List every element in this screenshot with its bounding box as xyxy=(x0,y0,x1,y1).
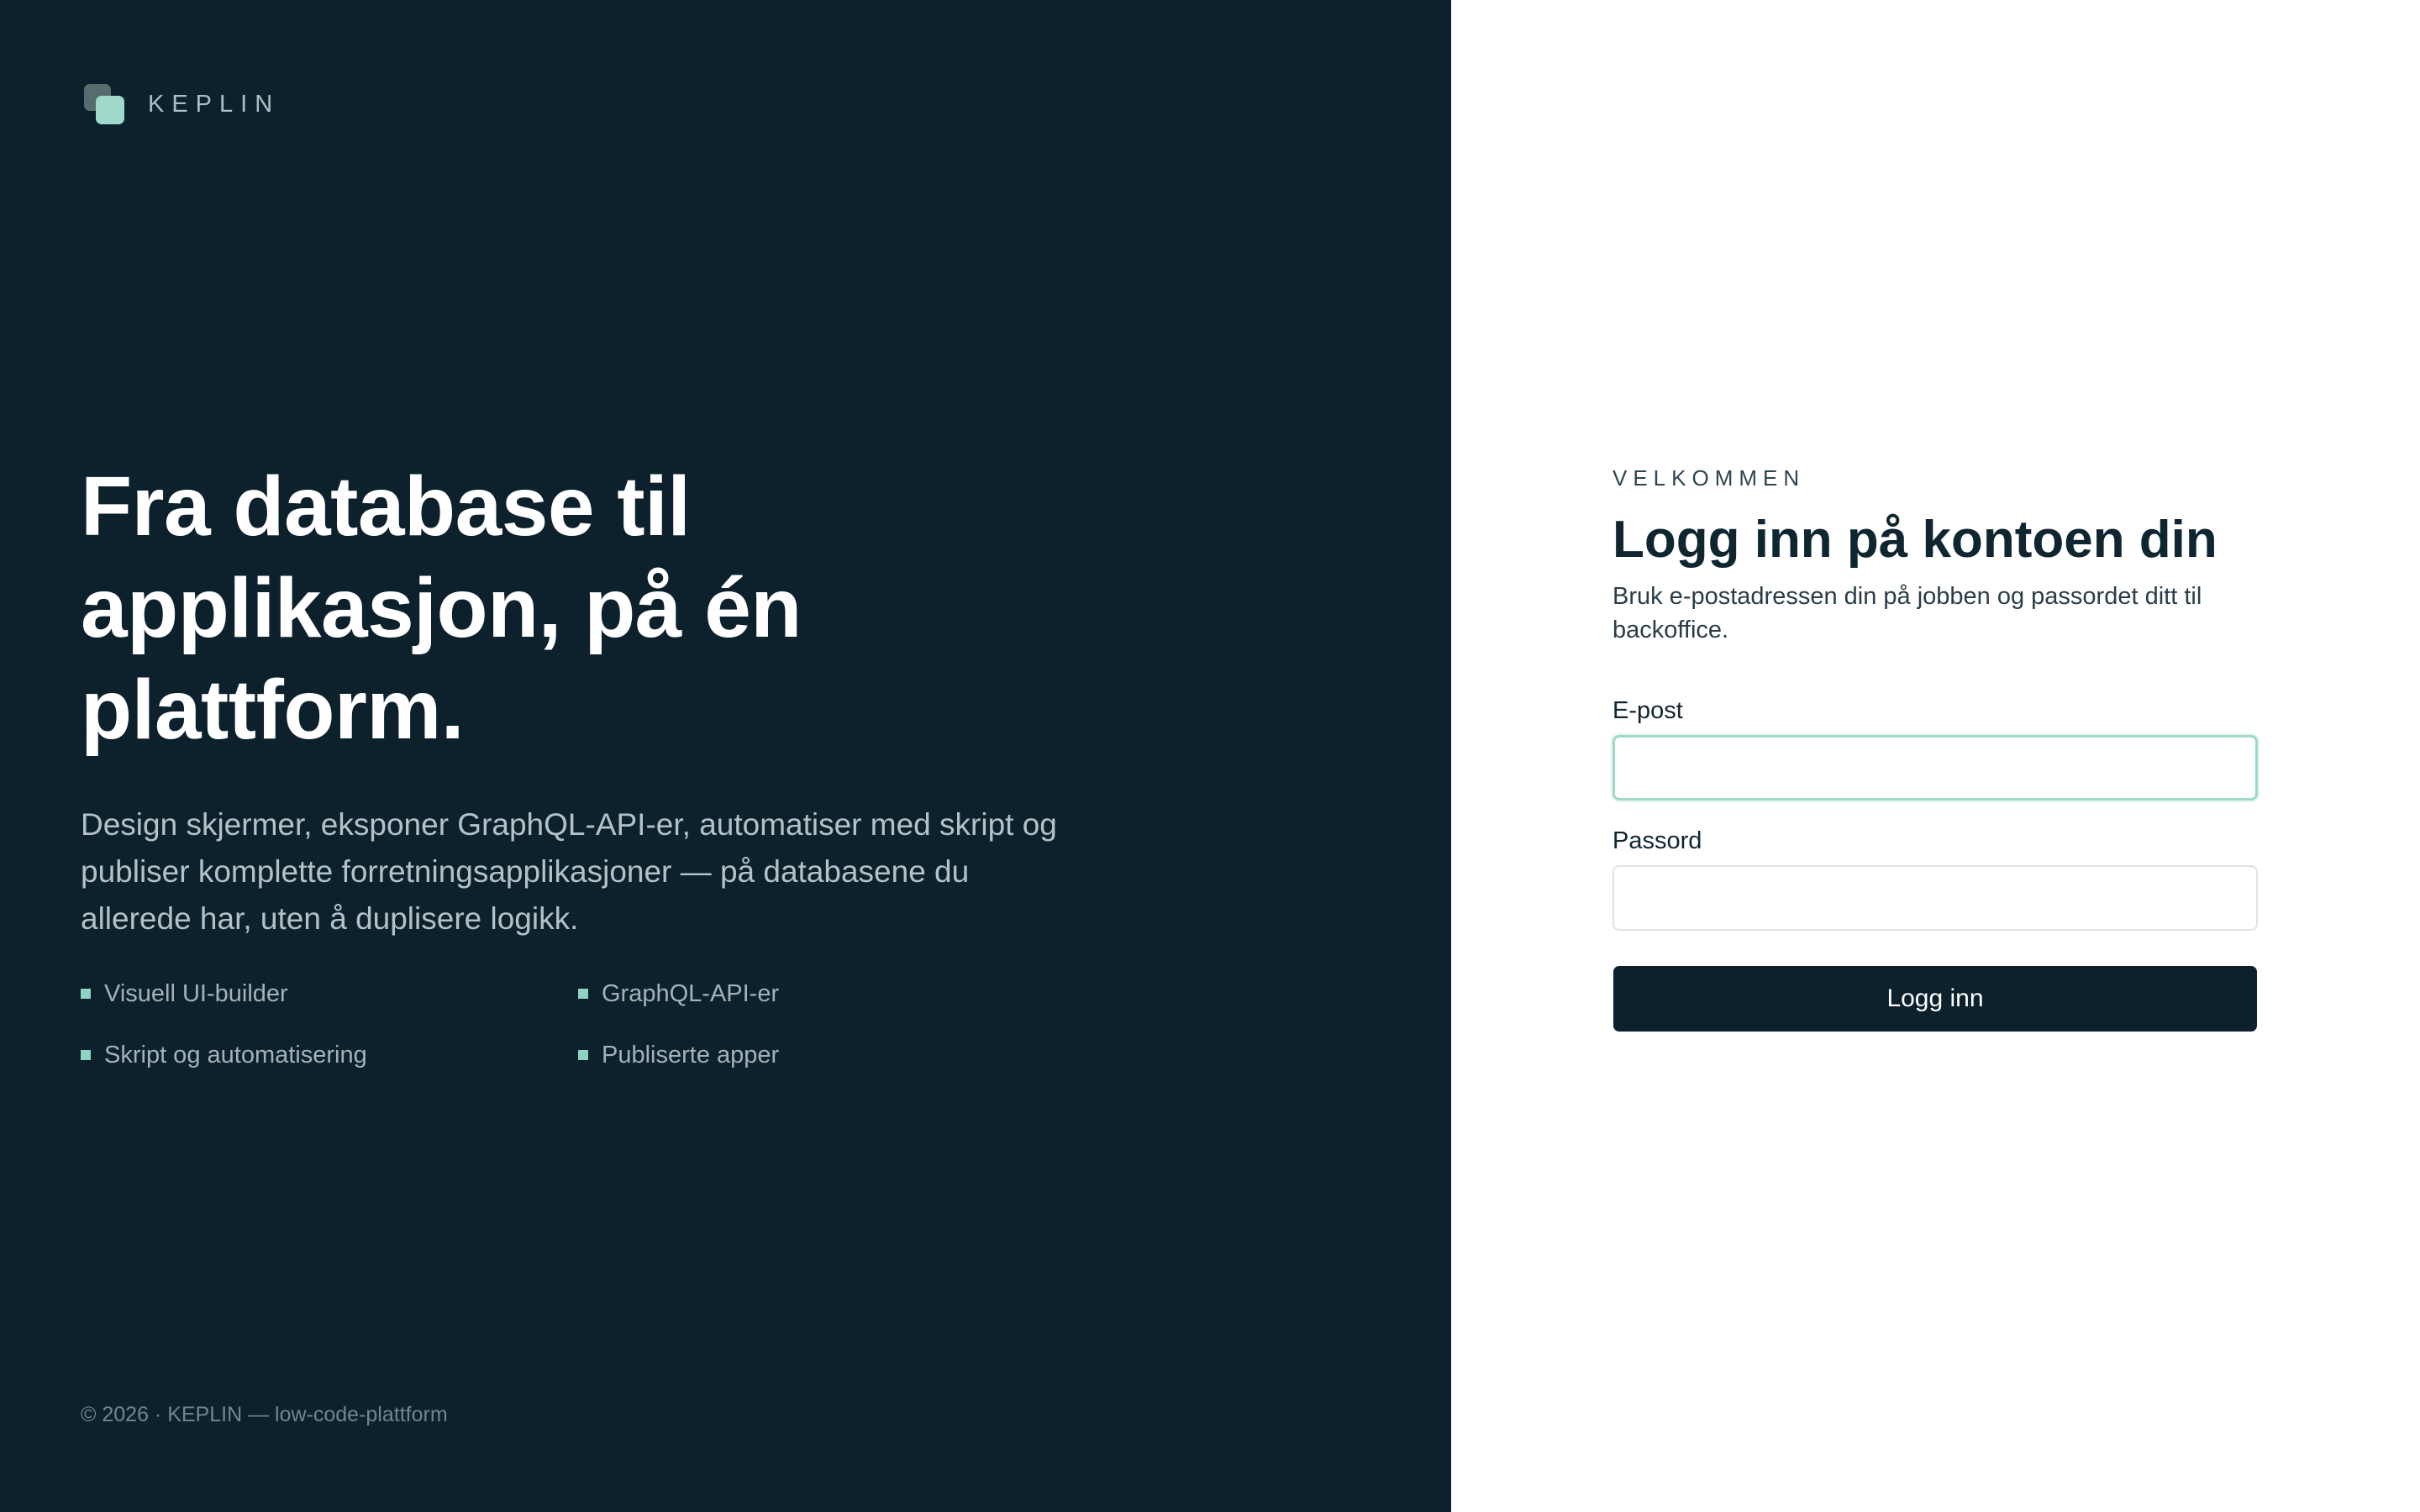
brand-logo: KEPLIN xyxy=(84,84,280,124)
hero: Fra database til applikasjon, på én plat… xyxy=(81,456,1089,942)
footer-copyright: © 2026 · KEPLIN — low-code-plattform xyxy=(81,1403,448,1426)
square-bullet-icon xyxy=(578,989,588,999)
feature-item: Visuell UI-builder xyxy=(81,979,578,1008)
hero-description: Design skjermer, eksponer GraphQL-API-er… xyxy=(81,807,1057,936)
square-bullet-icon xyxy=(578,1050,588,1060)
login-button[interactable]: Logg inn xyxy=(1613,966,2257,1032)
feature-item: GraphQL-API-er xyxy=(578,979,914,1008)
login-page: KEPLIN Fra database til applikasjon, på … xyxy=(0,0,2420,1512)
login-form: VELKOMMEN Logg inn på kontoen din Bruk e… xyxy=(1612,465,2258,1032)
feature-label: Publiserte apper xyxy=(602,1041,780,1068)
feature-label: Visuell UI-builder xyxy=(104,979,288,1007)
feature-item: Publiserte apper xyxy=(578,1041,914,1069)
password-field[interactable] xyxy=(1612,865,2258,931)
feature-label: Skript og automatisering xyxy=(104,1041,367,1068)
login-title: Logg inn på kontoen din xyxy=(1612,511,2217,569)
hero-title: Fra database til applikasjon, på én plat… xyxy=(81,459,802,757)
feature-list: Visuell UI-builder GraphQL-API-er Skript… xyxy=(81,979,921,1069)
stacked-squares-logo-icon xyxy=(84,84,124,124)
square-bullet-icon xyxy=(81,1050,91,1060)
welcome-eyebrow: VELKOMMEN xyxy=(1612,465,1806,491)
feature-label: GraphQL-API-er xyxy=(602,979,780,1007)
brand-name: KEPLIN xyxy=(148,90,281,118)
password-label: Passord xyxy=(1612,827,1702,854)
email-field[interactable] xyxy=(1612,735,2258,801)
square-bullet-icon xyxy=(81,989,91,999)
login-subtitle: Bruk e-postadressen din på jobben og pas… xyxy=(1612,583,2202,643)
login-panel: VELKOMMEN Logg inn på kontoen din Bruk e… xyxy=(1451,0,2420,1512)
email-label: E-post xyxy=(1612,697,1683,724)
feature-item: Skript og automatisering xyxy=(81,1041,578,1069)
marketing-panel: KEPLIN Fra database til applikasjon, på … xyxy=(0,0,1451,1512)
